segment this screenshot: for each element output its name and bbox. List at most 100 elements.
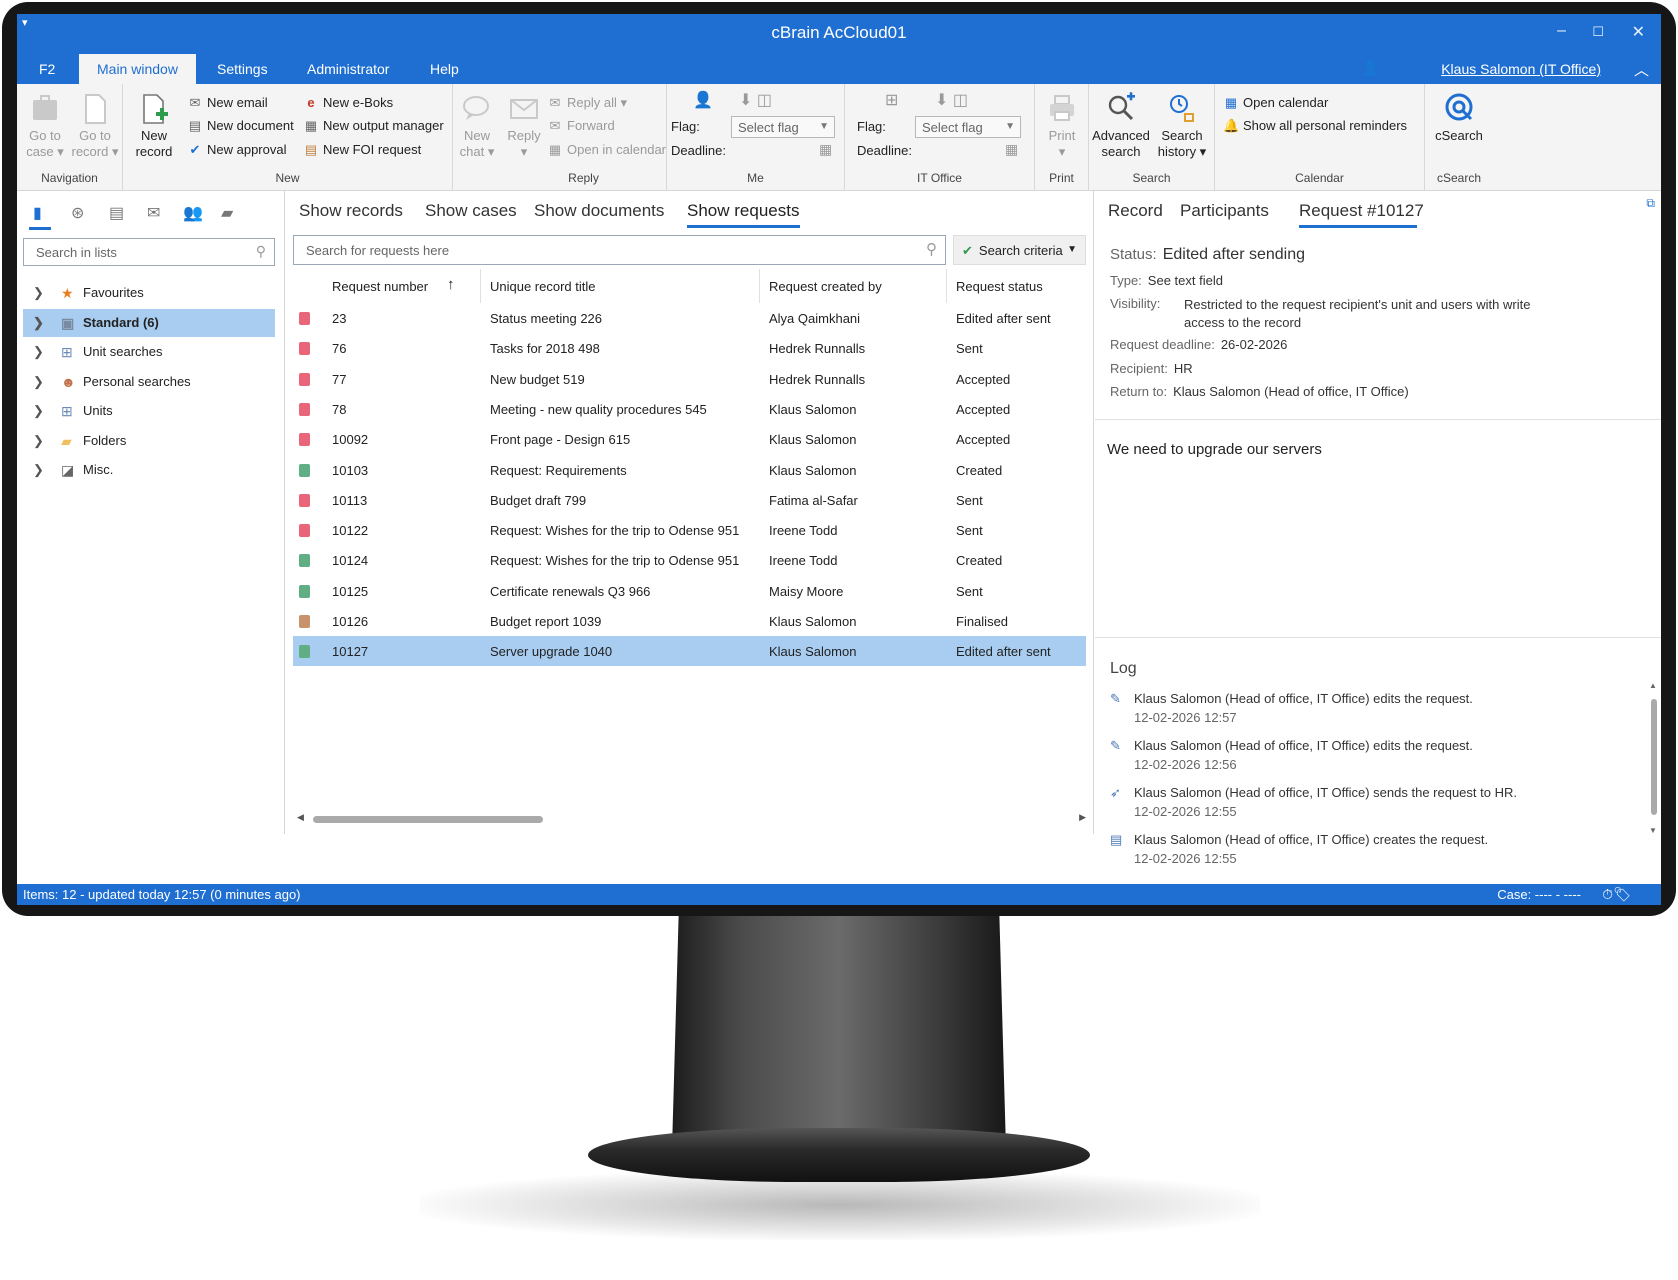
list-nav-icon[interactable]: ▤ bbox=[109, 203, 124, 223]
collapse-ribbon-icon[interactable]: ︿ bbox=[1634, 59, 1649, 80]
tag-icon[interactable]: 🏷 bbox=[1613, 886, 1631, 903]
scrollbar-thumb[interactable] bbox=[1651, 699, 1657, 815]
request-search-input[interactable]: Search for requests here ⚲ bbox=[293, 235, 946, 265]
sort-ascending-icon[interactable]: ↑ bbox=[447, 276, 455, 293]
minimize-icon[interactable]: – bbox=[1557, 22, 1566, 40]
table-row[interactable]: 78 Meeting - new quality procedures 545 Kl… bbox=[293, 394, 1086, 424]
tree-item[interactable]: ❯ ☻ Personal searches bbox=[23, 368, 275, 396]
timer-icon[interactable]: ⏱ bbox=[1602, 886, 1613, 903]
tab-show-cases[interactable]: Show cases bbox=[425, 201, 517, 221]
tree-item[interactable]: ❯ ★ Favourites bbox=[23, 279, 275, 307]
tab-record[interactable]: Record bbox=[1108, 201, 1163, 221]
column-header-title[interactable]: Unique record title bbox=[490, 279, 596, 294]
new-document-button[interactable]: ▤ New document bbox=[187, 118, 294, 134]
go-to-record-button[interactable]: Go to record ▾ bbox=[71, 92, 119, 160]
folder-nav-icon[interactable]: ▰ bbox=[221, 203, 233, 223]
table-row[interactable]: 10127 Server upgrade 1040 Klaus Salomon Edi… bbox=[293, 636, 1086, 667]
open-in-calendar-button[interactable]: ▦ Open in calendar bbox=[547, 142, 666, 158]
show-reminders-button[interactable]: 🔔 Show all personal reminders bbox=[1223, 118, 1407, 134]
column-separator[interactable] bbox=[759, 269, 760, 303]
list-search-input[interactable]: Search in lists ⚲ bbox=[23, 238, 275, 266]
chevron-right-icon[interactable]: ❯ bbox=[33, 427, 44, 455]
it-office-deadline-calendar-icon[interactable]: ▦ bbox=[1005, 141, 1018, 158]
table-row[interactable]: 10125 Certificate renewals Q3 966 Maisy Mo… bbox=[293, 576, 1086, 606]
new-record-button[interactable]: New record bbox=[131, 92, 177, 160]
tab-settings[interactable]: Settings bbox=[199, 54, 286, 84]
tab-request[interactable]: Request #10127 bbox=[1299, 201, 1424, 221]
reply-all-button[interactable]: ✉ Reply all ▾ bbox=[547, 95, 627, 111]
scroll-down-icon[interactable]: ▼ bbox=[1649, 826, 1657, 835]
tab-help[interactable]: Help bbox=[412, 54, 477, 84]
search-criteria-button[interactable]: ✔ Search criteria ▼ bbox=[953, 235, 1086, 265]
tab-administrator[interactable]: Administrator bbox=[289, 54, 407, 84]
chevron-right-icon[interactable]: ❯ bbox=[33, 338, 44, 366]
new-approval-button[interactable]: ✔ New approval bbox=[187, 142, 287, 158]
current-user-link[interactable]: Klaus Salomon (IT Office) bbox=[1441, 61, 1601, 77]
new-email-button[interactable]: ✉ New email bbox=[187, 95, 268, 111]
messages-nav-icon[interactable]: ✉ bbox=[147, 203, 160, 223]
chevron-right-icon[interactable]: ❯ bbox=[33, 456, 44, 484]
request-body-text[interactable]: We need to upgrade our servers bbox=[1107, 441, 1322, 458]
tab-f2[interactable]: F2 bbox=[21, 54, 73, 84]
tab-show-documents[interactable]: Show documents bbox=[534, 201, 664, 221]
me-deadline-calendar-icon[interactable]: ▦ bbox=[819, 141, 832, 158]
tree-item[interactable]: ❯ ⊞ Units bbox=[23, 397, 275, 425]
table-row[interactable]: 10126 Budget report 1039 Klaus Salomon Fina… bbox=[293, 606, 1086, 636]
tree-item-label: Personal searches bbox=[83, 373, 191, 389]
tree-item[interactable]: ❯ ◪ Misc. bbox=[23, 456, 275, 484]
tree-item[interactable]: ❯ ⊞ Unit searches bbox=[23, 338, 275, 366]
table-row[interactable]: 23 Status meeting 226 Alya Qaimkhani Edited… bbox=[293, 303, 1086, 333]
reply-button[interactable]: Reply ▾ bbox=[505, 92, 543, 160]
maximize-icon[interactable]: ☐ bbox=[1592, 24, 1604, 40]
popout-icon[interactable]: ⧉ bbox=[1646, 196, 1655, 211]
table-row[interactable]: 10092 Front page - Design 615 Klaus Salomo… bbox=[293, 424, 1086, 454]
forward-button[interactable]: ✉ Forward bbox=[547, 118, 615, 134]
tree-item[interactable]: ❯ ▰ Folders bbox=[23, 427, 275, 455]
contacts-nav-icon[interactable]: 👥 bbox=[183, 203, 203, 223]
column-header-status[interactable]: Request status bbox=[956, 279, 1043, 294]
log-scrollbar[interactable]: ▲ ▼ bbox=[1649, 681, 1659, 835]
column-header-created-by[interactable]: Request created by bbox=[769, 279, 882, 294]
table-row[interactable]: 77 New budget 519 Hedrek Runnalls Accepted bbox=[293, 364, 1086, 394]
scroll-up-icon[interactable]: ▲ bbox=[1649, 681, 1657, 690]
csearch-button[interactable]: cSearch bbox=[1429, 92, 1489, 144]
tab-show-requests[interactable]: Show requests bbox=[687, 201, 799, 221]
table-row[interactable]: 10122 Request: Wishes for the trip to Ode… bbox=[293, 515, 1086, 545]
tab-main-window[interactable]: Main window bbox=[79, 54, 196, 84]
table-row[interactable]: 10113 Budget draft 799 Fatima al-Safar Sent bbox=[293, 485, 1086, 515]
records-nav-icon[interactable]: ▮ bbox=[33, 203, 42, 223]
scroll-right-icon[interactable]: ▶ bbox=[1079, 812, 1086, 823]
tree-item[interactable]: ❯ ▣ Standard (6) bbox=[23, 308, 275, 337]
search-history-button[interactable]: Search history ▾ bbox=[1153, 92, 1211, 160]
close-icon[interactable]: ✕ bbox=[1632, 22, 1645, 42]
new-output-manager-button[interactable]: ▦ New output manager bbox=[303, 118, 444, 134]
hierarchy-nav-icon[interactable]: ⊛ bbox=[71, 203, 84, 223]
column-separator[interactable] bbox=[946, 269, 947, 303]
new-record-icon bbox=[143, 94, 168, 124]
tab-participants[interactable]: Participants bbox=[1180, 201, 1269, 221]
column-separator[interactable] bbox=[480, 269, 481, 303]
print-button[interactable]: Print ▾ bbox=[1041, 92, 1083, 160]
open-calendar-button[interactable]: ▦ Open calendar bbox=[1223, 95, 1328, 111]
me-flag-select[interactable]: Select flag ▼ bbox=[731, 116, 835, 138]
chevron-right-icon[interactable]: ❯ bbox=[33, 279, 44, 307]
go-to-case-button[interactable]: Go to case ▾ bbox=[23, 92, 67, 160]
new-chat-button[interactable]: New chat ▾ bbox=[457, 92, 497, 160]
chevron-right-icon[interactable]: ❯ bbox=[33, 368, 44, 396]
column-header-request-number[interactable]: Request number bbox=[332, 279, 428, 294]
horizontal-scrollbar[interactable]: ◀ ▶ bbox=[293, 812, 1086, 825]
table-row[interactable]: 10103 Request: Requirements Klaus Salomon C… bbox=[293, 455, 1086, 485]
it-office-flag-select[interactable]: Select flag ▼ bbox=[915, 116, 1021, 138]
table-row[interactable]: 76 Tasks for 2018 498 Hedrek Runnalls Sent bbox=[293, 333, 1086, 363]
tab-show-records[interactable]: Show records bbox=[299, 201, 403, 221]
scrollbar-thumb[interactable] bbox=[313, 816, 543, 823]
person-icon: 👤 bbox=[693, 92, 713, 109]
advanced-search-button[interactable]: Advanced search bbox=[1091, 92, 1151, 160]
scroll-left-icon[interactable]: ◀ bbox=[297, 812, 304, 823]
monitor-bezel: ▾ cBrain AcCloud01 – ☐ ✕ F2 Main window … bbox=[2, 2, 1676, 916]
new-foi-request-button[interactable]: ▤ New FOI request bbox=[303, 142, 421, 158]
table-row[interactable]: 10124 Request: Wishes for the trip to Ode… bbox=[293, 545, 1086, 575]
chevron-right-icon[interactable]: ❯ bbox=[33, 309, 44, 337]
chevron-right-icon[interactable]: ❯ bbox=[33, 397, 44, 425]
new-eboks-button[interactable]: e New e-Boks bbox=[303, 95, 393, 110]
